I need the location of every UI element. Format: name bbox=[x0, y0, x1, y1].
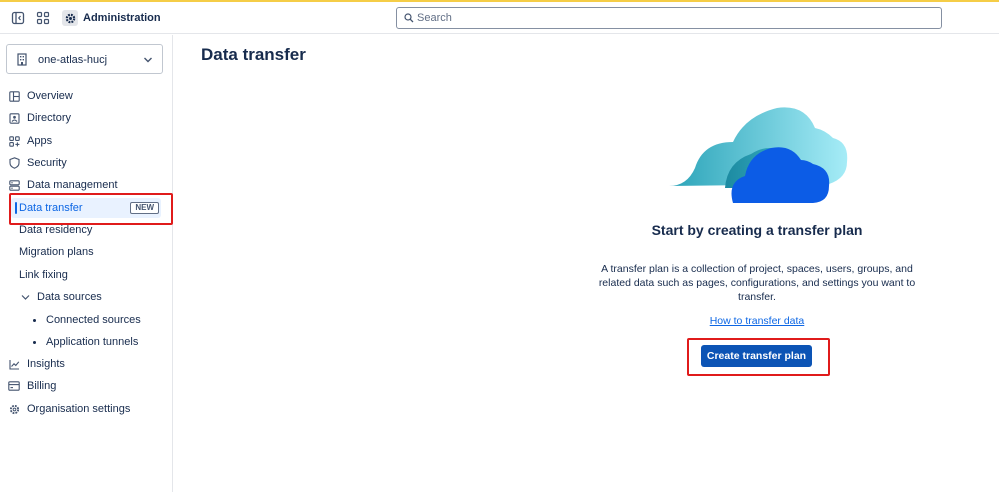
sidebar-item-label: Data sources bbox=[37, 291, 102, 303]
sidebar-item-label: Migration plans bbox=[19, 246, 94, 258]
bullet-icon bbox=[33, 340, 36, 344]
sidebar-item-label: Billing bbox=[27, 380, 57, 392]
chevron-down-icon[interactable] bbox=[21, 294, 30, 301]
database-icon bbox=[8, 179, 20, 191]
top-navigation-bar: Administration bbox=[0, 2, 999, 34]
app-switcher-icon[interactable] bbox=[35, 10, 51, 26]
sidebar-item-label: Apps bbox=[27, 135, 53, 147]
app-title[interactable]: Administration bbox=[83, 12, 161, 24]
sidebar-item-data-sources[interactable]: Data sources bbox=[21, 287, 102, 307]
directory-icon bbox=[8, 112, 20, 124]
empty-state-heading: Start by creating a transfer plan bbox=[651, 222, 863, 238]
sidebar-item-label: Insights bbox=[27, 358, 65, 370]
chevron-down-icon bbox=[143, 55, 153, 67]
sidebar-item-label: Link fixing bbox=[19, 269, 68, 281]
cloud-illustration bbox=[665, 102, 850, 211]
sidebar-item-label: Connected sources bbox=[46, 314, 141, 326]
chart-icon bbox=[8, 358, 20, 370]
search-field[interactable] bbox=[396, 7, 942, 29]
sidebar-item-apps[interactable]: Apps bbox=[8, 131, 52, 151]
organization-selector[interactable]: one-atlas-hucj bbox=[6, 44, 163, 74]
sidebar-item-data-management[interactable]: Data management bbox=[8, 175, 118, 195]
sidebar-item-label: Directory bbox=[27, 112, 72, 124]
sidebar-item-security[interactable]: Security bbox=[8, 153, 67, 173]
search-icon bbox=[404, 13, 414, 23]
sidebar-item-application-tunnels[interactable]: Application tunnels bbox=[33, 332, 138, 352]
search-input[interactable] bbox=[417, 10, 917, 26]
sidebar: one-atlas-hucj Overview Directory Apps S… bbox=[0, 35, 173, 492]
create-transfer-plan-button[interactable]: Create transfer plan bbox=[701, 345, 812, 367]
settings-gear-icon[interactable] bbox=[62, 10, 78, 26]
sidebar-item-organisation-settings[interactable]: Organisation settings bbox=[8, 399, 130, 419]
sidebar-item-label: Security bbox=[27, 157, 67, 169]
bullet-icon bbox=[33, 318, 36, 322]
sidebar-item-migration-plans[interactable]: Migration plans bbox=[19, 242, 94, 262]
apps-icon bbox=[8, 135, 20, 147]
page-title: Data transfer bbox=[201, 45, 306, 64]
sidebar-item-insights[interactable]: Insights bbox=[8, 354, 65, 374]
sidebar-item-label: Application tunnels bbox=[46, 336, 139, 348]
building-icon bbox=[16, 53, 28, 69]
sidebar-item-label: Overview bbox=[27, 90, 73, 102]
sidebar-item-label: Data residency bbox=[19, 224, 93, 236]
empty-state-description: A transfer plan is a collection of proje… bbox=[598, 263, 916, 303]
highlight-box-data-transfer bbox=[9, 193, 173, 225]
overview-icon bbox=[8, 90, 20, 102]
sidebar-toggle-icon[interactable] bbox=[10, 10, 26, 26]
sidebar-item-label: Organisation settings bbox=[27, 403, 131, 415]
sidebar-item-link-fixing[interactable]: Link fixing bbox=[19, 265, 68, 285]
sidebar-item-connected-sources[interactable]: Connected sources bbox=[33, 310, 141, 330]
how-to-transfer-link[interactable]: How to transfer data bbox=[566, 315, 948, 327]
sidebar-item-billing[interactable]: Billing bbox=[8, 376, 56, 396]
gear-icon bbox=[8, 403, 20, 415]
sidebar-item-directory[interactable]: Directory bbox=[8, 108, 71, 128]
billing-icon bbox=[8, 380, 20, 392]
organization-name: one-atlas-hucj bbox=[38, 54, 108, 66]
sidebar-item-overview[interactable]: Overview bbox=[8, 86, 73, 106]
shield-icon bbox=[8, 157, 20, 169]
sidebar-item-label: Data management bbox=[27, 179, 118, 191]
